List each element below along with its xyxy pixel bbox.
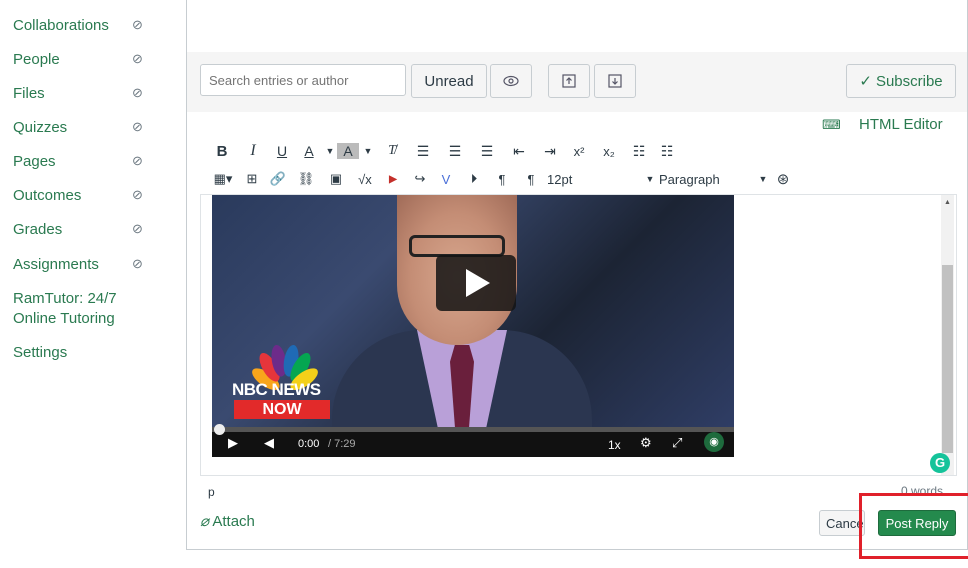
annotation-highlight-box — [859, 493, 968, 559]
media-embed-icon[interactable]: ⊞ — [239, 171, 265, 187]
progress-knob[interactable] — [214, 424, 225, 435]
checkmark-icon: ✓ — [859, 73, 872, 90]
eye-icon — [503, 75, 519, 87]
ltr-icon[interactable]: ¶ — [489, 172, 515, 187]
scroll-up-icon[interactable]: ▲ — [944, 199, 951, 206]
arrow-down-box-icon — [608, 74, 622, 88]
ram-logo-icon: ◉ — [704, 432, 724, 452]
nav-pages[interactable]: Pages — [13, 152, 133, 172]
hidden-eye-icon: ⊘ — [132, 256, 143, 271]
nav-grades[interactable]: Grades — [13, 220, 133, 240]
video-progress-bar[interactable] — [212, 424, 734, 435]
bold-button[interactable]: B — [207, 143, 237, 160]
equation-icon[interactable]: √x — [351, 172, 379, 187]
hidden-eye-icon: ⊘ — [132, 153, 143, 168]
text-color-button[interactable]: A — [295, 143, 323, 159]
record-media-icon[interactable]: ⏵ — [459, 171, 489, 187]
content-scrollbar[interactable]: ▲ — [941, 195, 954, 475]
reply-editor: ⌨ HTML Editor B I U A ▼ A ▼ T̸ ☰ ☰ ☰ ⇤ ⇥… — [186, 112, 968, 550]
hidden-eye-icon: ⊘ — [132, 221, 143, 236]
discussion-toolbar: Unread ✓Subscribe — [186, 52, 968, 113]
keyboard-icon[interactable]: ⌨ — [822, 117, 841, 133]
discussion-topic-area — [186, 0, 968, 53]
subscript-button[interactable]: x₂ — [593, 144, 625, 159]
eye-button[interactable] — [490, 64, 532, 98]
search-input[interactable] — [200, 64, 406, 96]
volume-icon[interactable]: ◀ — [264, 435, 274, 451]
play-button[interactable] — [436, 255, 516, 311]
current-time: 0:00 — [298, 438, 320, 450]
format-toolbar-row-1: B I U A ▼ A ▼ T̸ ☰ ☰ ☰ ⇤ ⇥ x² x₂ ☷ ☷ — [207, 142, 681, 160]
unlink-icon[interactable]: ⛓ — [291, 171, 321, 187]
outdent-icon[interactable]: ⇤ — [503, 143, 535, 160]
chevron-down-icon[interactable]: ▼ — [641, 174, 659, 184]
chevron-down-icon[interactable]: ▼ — [753, 174, 773, 184]
hidden-eye-icon: ⊘ — [132, 51, 143, 66]
hidden-eye-icon: ⊘ — [132, 187, 143, 202]
unread-button[interactable]: Unread — [411, 64, 487, 98]
html-editor-link[interactable]: HTML Editor — [859, 116, 943, 133]
nav-files[interactable]: Files — [13, 84, 133, 104]
attach-link[interactable]: ⌀ Attach — [200, 512, 255, 530]
expand-button[interactable] — [594, 64, 636, 98]
link-icon[interactable]: 🔗 — [265, 171, 291, 187]
align-left-icon[interactable]: ☰ — [407, 143, 439, 160]
nav-people[interactable]: People — [13, 50, 133, 70]
accessibility-icon[interactable]: ⊛ — [773, 170, 793, 188]
numbered-list-icon[interactable]: ☷ — [653, 143, 681, 160]
image-icon[interactable]: ▣ — [321, 171, 351, 187]
nbc-news-text: NBC NEWS — [232, 380, 321, 399]
superscript-button[interactable]: x² — [565, 144, 593, 159]
format-toolbar-row-2: ▦▾ ⊞ 🔗 ⛓ ▣ √x ▶ ↪ V ⏵ ¶ ¶ 12pt ▼ Paragra… — [207, 170, 793, 188]
nav-ramtutor[interactable]: RamTutor: 24/7 Online Tutoring — [13, 289, 133, 329]
chevron-down-icon[interactable]: ▼ — [359, 146, 377, 156]
hidden-eye-icon: ⊘ — [132, 119, 143, 134]
hidden-eye-icon: ⊘ — [132, 17, 143, 32]
chevron-down-icon[interactable]: ▼ — [323, 146, 337, 156]
italic-button[interactable]: I — [237, 142, 269, 160]
total-time: / 7:29 — [328, 438, 356, 450]
nav-assignments[interactable]: Assignments — [13, 255, 133, 275]
font-size-select[interactable]: 12pt — [547, 172, 641, 187]
nav-quizzes[interactable]: Quizzes — [13, 118, 133, 138]
nav-settings[interactable]: Settings — [13, 343, 133, 363]
video-person-glasses — [409, 235, 505, 257]
underline-button[interactable]: U — [269, 143, 295, 159]
block-format-select[interactable]: Paragraph — [659, 172, 753, 187]
nav-outcomes[interactable]: Outcomes — [13, 186, 133, 206]
nbc-now-badge: NOW — [234, 400, 330, 419]
vimeo-icon[interactable]: V — [433, 172, 459, 187]
play-icon[interactable]: ▶ — [228, 435, 238, 451]
indent-icon[interactable]: ⇥ — [535, 143, 565, 160]
embedded-video[interactable]: NBC NEWS NOW ▶ ◀ 0:00 / 7:29 1x ⚙ ⤢ ◉ — [212, 195, 734, 457]
video-controls: ▶ ◀ 0:00 / 7:29 1x ⚙ ⤢ ◉ — [212, 424, 734, 457]
nav-collaborations[interactable]: Collaborations — [13, 16, 133, 36]
hidden-eye-icon: ⊘ — [132, 85, 143, 100]
paperclip-icon: ⌀ — [200, 513, 210, 530]
scroll-thumb[interactable] — [942, 265, 953, 453]
attach-label: Attach — [212, 513, 255, 530]
element-path: p — [208, 485, 215, 499]
rtl-icon[interactable]: ¶ — [515, 172, 547, 187]
clear-formatting-button[interactable]: T̸ — [377, 143, 407, 159]
editor-content-area[interactable]: NBC NEWS NOW ▶ ◀ 0:00 / 7:29 1x ⚙ ⤢ ◉ ▲ … — [200, 194, 957, 476]
background-color-button[interactable]: A — [337, 143, 359, 159]
share-icon[interactable]: ↪ — [407, 171, 433, 187]
subscribe-label: Subscribe — [875, 72, 943, 90]
youtube-icon[interactable]: ▶ — [379, 174, 407, 185]
align-right-icon[interactable]: ☰ — [471, 143, 503, 160]
align-center-icon[interactable]: ☰ — [439, 143, 471, 160]
playback-speed[interactable]: 1x — [608, 438, 621, 452]
grammarly-icon[interactable]: G — [930, 453, 950, 473]
bullet-list-icon[interactable]: ☷ — [625, 143, 653, 160]
arrow-up-box-icon — [562, 74, 576, 88]
fullscreen-icon[interactable]: ⤢ — [672, 435, 682, 451]
settings-gear-icon[interactable]: ⚙ — [640, 435, 652, 451]
subscribe-button[interactable]: ✓ Subscribe — [846, 64, 956, 98]
collapse-button[interactable] — [548, 64, 590, 98]
table-icon[interactable]: ▦▾ — [207, 171, 239, 187]
